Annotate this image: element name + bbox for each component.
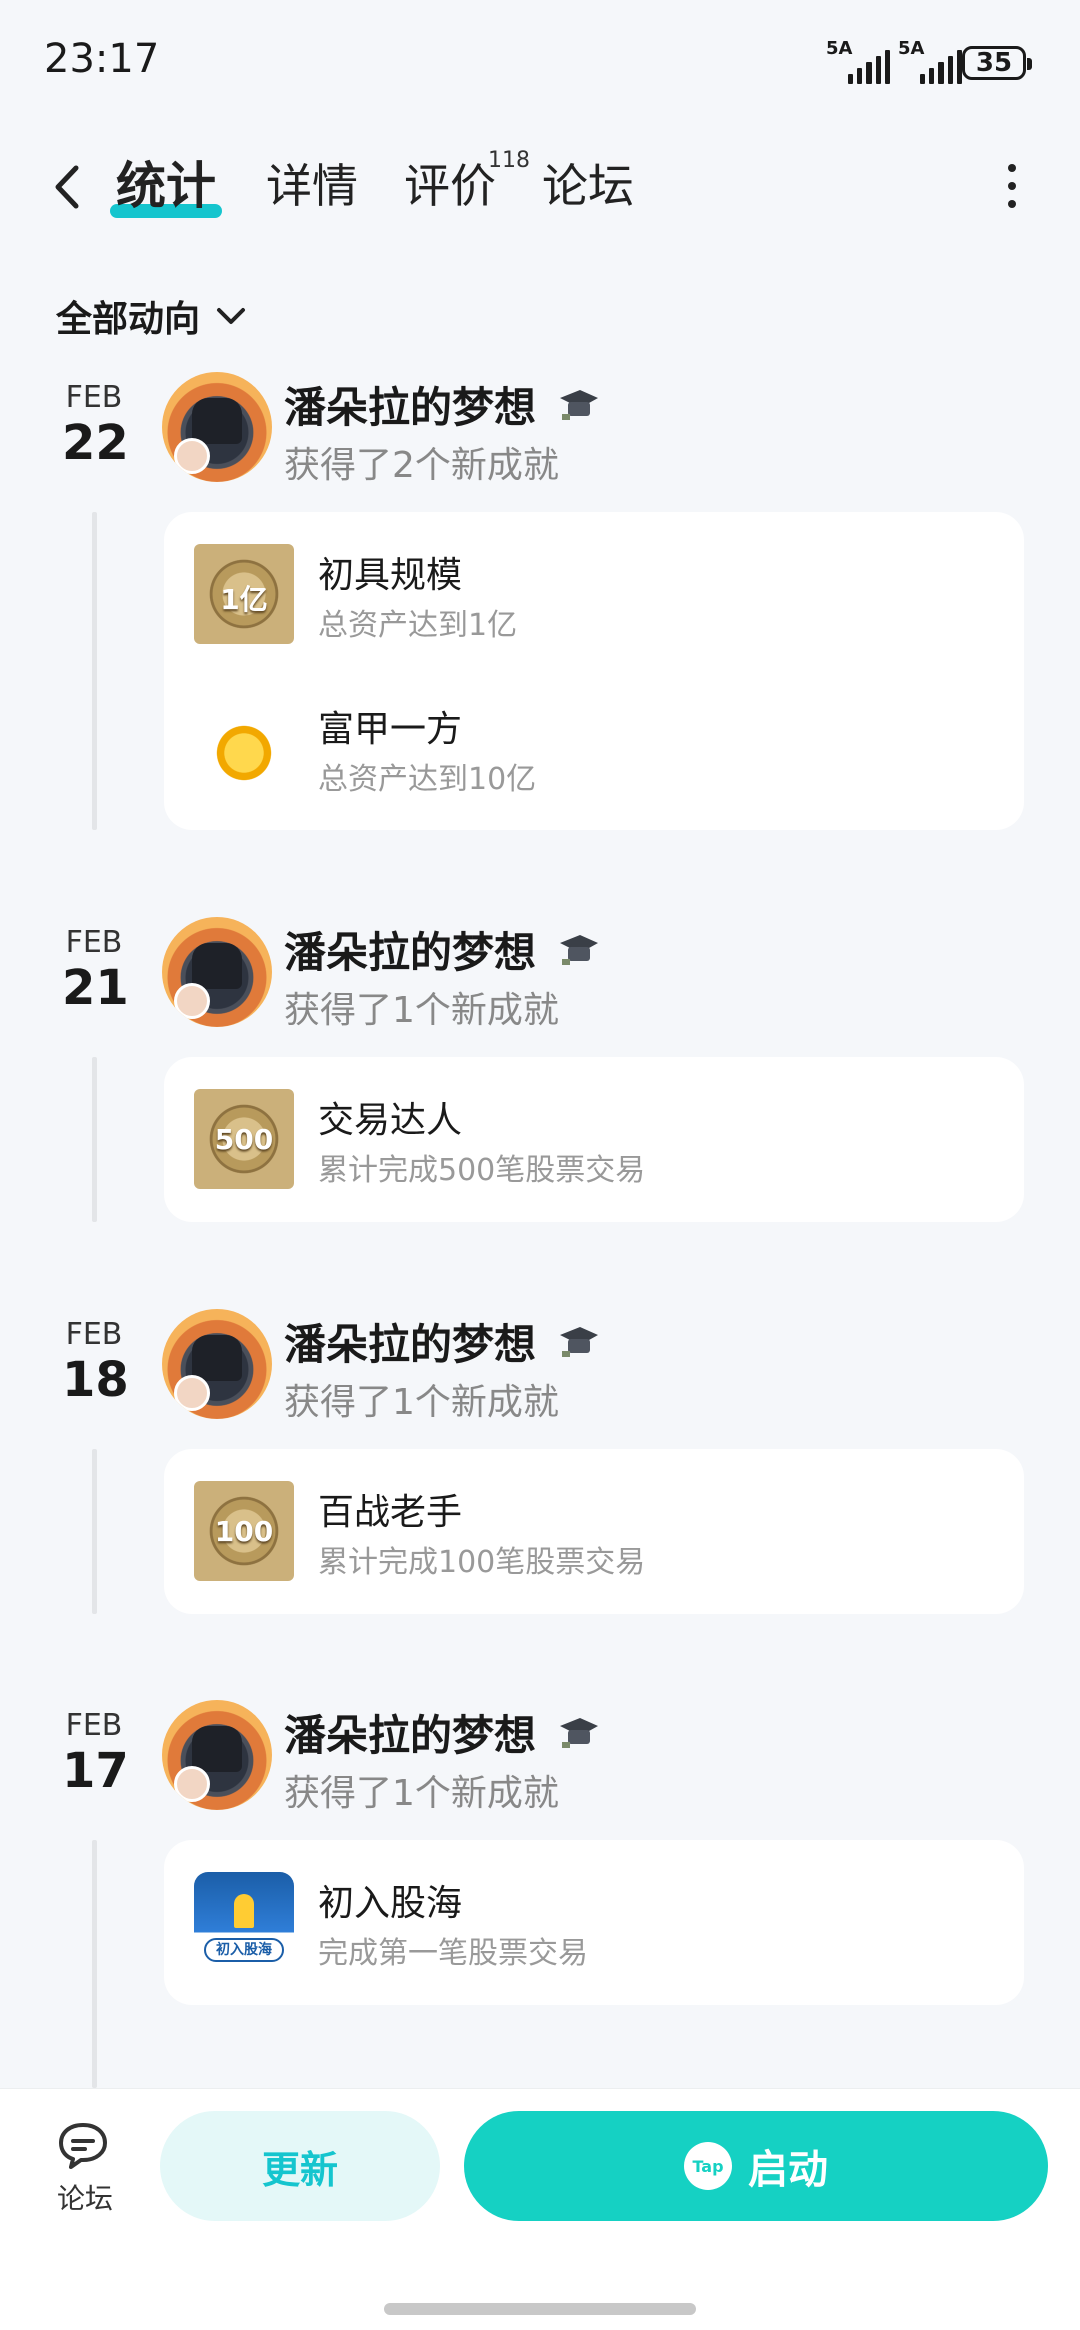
achievement-card[interactable]: 初入股海 初入股海 完成第一笔股票交易 [164, 1840, 1024, 2005]
achievement-card[interactable]: 1亿 初具规模 总资产达到1亿 富甲一方 总资产达到10亿 [164, 512, 1024, 830]
back-arrow-icon[interactable] [48, 162, 88, 212]
achievement-1yi-icon: 1亿 [194, 544, 294, 644]
graduation-hat-icon [560, 935, 598, 965]
date-label: FEB 21 [62, 925, 129, 1016]
tab-reviews[interactable]: 评价 [404, 150, 496, 216]
activity-text: 获得了1个新成就 [284, 990, 559, 1031]
achievement-name: 百战老手 [318, 1492, 463, 1533]
achievement-100-icon: 100 [194, 1481, 294, 1581]
username[interactable]: 潘朵拉的梦想 [284, 374, 536, 435]
activity-text: 获得了1个新成就 [284, 1773, 559, 1814]
achievement-desc: 累计完成100笔股票交易 [318, 1545, 646, 1580]
battery-level: 35 [975, 48, 1013, 78]
update-button[interactable]: 更新 [160, 2111, 440, 2221]
timeline-line [92, 1449, 97, 1614]
date-label: FEB 17 [62, 1708, 129, 1799]
tap-logo-icon: Tap [684, 2142, 732, 2190]
achievement-item[interactable]: 500 交易达人 累计完成500笔股票交易 [194, 1089, 994, 1189]
timeline-line [92, 512, 97, 830]
chevron-down-icon [217, 308, 246, 324]
date-label: FEB 18 [62, 1317, 129, 1408]
activity-text: 获得了2个新成就 [284, 445, 559, 486]
feed-item: FEB 22 潘朵拉的梦想 获得了2个新成就 1亿 初具规模 总资产达到1亿 富… [0, 372, 1080, 830]
feed-item: FEB 17 潘朵拉的梦想 获得了1个新成就 初入股海 初入股海 完成第一笔股票… [0, 1700, 1080, 2088]
graduation-hat-icon [560, 1327, 598, 1357]
timeline-line [92, 1057, 97, 1222]
tab-details[interactable]: 详情 [266, 150, 358, 216]
avatar[interactable] [162, 917, 272, 1027]
achievement-desc: 完成第一笔股票交易 [318, 1936, 588, 1971]
achievement-item[interactable]: 富甲一方 总资产达到10亿 [194, 698, 994, 798]
forum-label: 论坛 [56, 2182, 113, 2215]
activity-text: 获得了1个新成就 [284, 1382, 559, 1423]
achievement-name: 富甲一方 [318, 709, 463, 750]
timeline-line [92, 1840, 97, 2088]
status-time: 23:17 [44, 36, 160, 82]
username[interactable]: 潘朵拉的梦想 [284, 1311, 536, 1372]
achievement-item[interactable]: 初入股海 初入股海 完成第一笔股票交易 [194, 1872, 994, 1972]
achievement-desc: 总资产达到10亿 [318, 762, 537, 797]
achievement-item[interactable]: 1亿 初具规模 总资产达到1亿 [194, 544, 994, 644]
username[interactable]: 潘朵拉的梦想 [284, 1702, 536, 1763]
stock-sea-badge-icon: 初入股海 [194, 1872, 294, 1972]
username[interactable]: 潘朵拉的梦想 [284, 919, 536, 980]
battery-icon: 35 [962, 46, 1032, 80]
achievement-name: 初具规模 [318, 555, 463, 596]
signal-icon-1: 5A [826, 40, 891, 84]
tab-statistics[interactable]: 统计 [116, 146, 216, 218]
avatar[interactable] [162, 372, 272, 482]
achievement-name: 初入股海 [318, 1883, 463, 1924]
more-options-icon[interactable] [1004, 164, 1020, 212]
achievement-name: 交易达人 [318, 1100, 463, 1141]
gold-coin-medal-icon [194, 698, 294, 798]
achievement-desc: 累计完成500笔股票交易 [318, 1153, 646, 1188]
graduation-hat-icon [560, 1718, 598, 1748]
achievement-item[interactable]: 100 百战老手 累计完成100笔股票交易 [194, 1481, 994, 1581]
review-count-badge: 118 [488, 148, 530, 173]
signal-icon-2: 5A [898, 40, 963, 84]
date-label: FEB 22 [62, 380, 129, 471]
activity-filter-dropdown[interactable]: 全部动向 [56, 290, 248, 342]
status-bar: 23:17 5A 5A 35 [0, 0, 1080, 120]
achievement-card[interactable]: 100 百战老手 累计完成100笔股票交易 [164, 1449, 1024, 1614]
achievement-card[interactable]: 500 交易达人 累计完成500笔股票交易 [164, 1057, 1024, 1222]
achievement-500-icon: 500 [194, 1089, 294, 1189]
launch-button[interactable]: Tap 启动 [464, 2111, 1048, 2221]
graduation-hat-icon [560, 390, 598, 420]
avatar[interactable] [162, 1700, 272, 1810]
launch-label: 启动 [748, 2147, 828, 2193]
forum-button[interactable]: 论坛 [50, 2121, 120, 2217]
feed-item: FEB 18 潘朵拉的梦想 获得了1个新成就 100 百战老手 累计完成100笔… [0, 1309, 1080, 1617]
filter-label: 全部动向 [56, 299, 201, 340]
home-indicator[interactable] [384, 2303, 696, 2315]
achievement-desc: 总资产达到1亿 [318, 608, 518, 643]
tab-forum[interactable]: 论坛 [542, 150, 634, 216]
feed-item: FEB 21 潘朵拉的梦想 获得了1个新成就 500 交易达人 累计完成500笔… [0, 917, 1080, 1225]
avatar[interactable] [162, 1309, 272, 1419]
bottom-action-bar: 论坛 更新 Tap 启动 [0, 2088, 1080, 2330]
chat-bubble-icon [59, 2123, 107, 2169]
